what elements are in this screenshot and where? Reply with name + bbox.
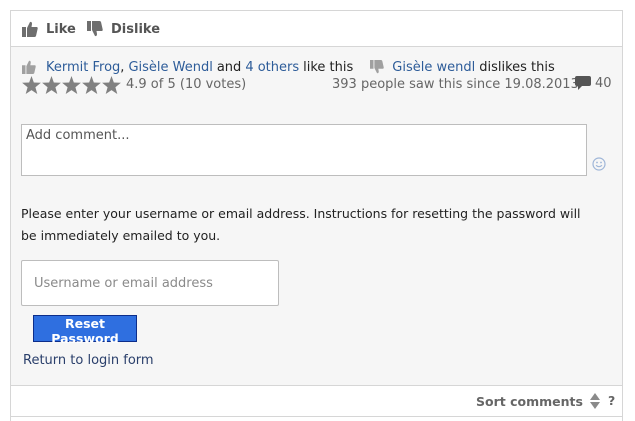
dislikes-suffix: dislikes this [479, 59, 555, 75]
sort-comments-label: Sort comments [476, 393, 583, 409]
speech-bubble-icon [575, 76, 591, 90]
reset-password-button[interactable]: Reset Password [33, 315, 137, 346]
comment-count[interactable]: 40 [575, 76, 612, 91]
thumbs-down-icon [370, 60, 385, 74]
help-button[interactable]: ? [608, 393, 615, 408]
smiley-icon[interactable] [592, 157, 606, 171]
sort-arrows-icon [589, 393, 600, 409]
username-email-input[interactable] [21, 260, 279, 306]
thumbs-up-icon [22, 60, 36, 74]
likes-suffix: like this [303, 59, 354, 75]
feedback-body: Kermit Frog , Gisèle Wendl and 4 others … [11, 47, 622, 385]
star-rating[interactable] [22, 76, 122, 94]
star-icon[interactable] [82, 76, 101, 94]
liker-link-1[interactable]: Kermit Frog [46, 60, 120, 75]
seen-count-text: 393 people saw this since 19.08.2013 [332, 77, 579, 92]
dislike-label: Dislike [111, 21, 161, 37]
return-to-login-link[interactable]: Return to login form [23, 353, 154, 368]
like-label: Like [46, 21, 76, 37]
disliker-link[interactable]: Gisèle wendl [392, 60, 475, 75]
sort-comments-button[interactable]: Sort comments [476, 393, 600, 409]
stats-row: 4.9 of 5 (10 votes) 393 people saw this … [22, 76, 612, 94]
comment-count-value: 40 [595, 76, 612, 91]
dislike-button[interactable]: Dislike [87, 19, 160, 39]
thumbs-up-icon [22, 21, 38, 37]
likes-and-text: and [216, 59, 242, 75]
rating-text: 4.9 of 5 (10 votes) [126, 77, 247, 92]
thumbs-down-icon [87, 21, 103, 37]
star-icon[interactable] [42, 76, 61, 94]
star-icon[interactable] [62, 76, 81, 94]
reactions-summary: Kermit Frog , Gisèle Wendl and 4 others … [22, 58, 612, 76]
feedback-toolbar: Like Dislike [11, 11, 622, 47]
comment-input[interactable] [21, 124, 587, 176]
feedback-panel: Like Dislike Kermit Frog , Gisèle Wendl … [10, 10, 623, 421]
liker-separator: , [120, 59, 125, 75]
comments-footer: Sort comments ? [11, 385, 622, 417]
star-icon[interactable] [22, 76, 41, 94]
liker-link-2[interactable]: Gisèle Wendl [128, 60, 212, 75]
star-icon[interactable] [102, 76, 121, 94]
reset-instructions: Please enter your username or email addr… [21, 206, 581, 243]
like-button[interactable]: Like [22, 19, 76, 39]
likers-others-link[interactable]: 4 others [245, 60, 299, 75]
